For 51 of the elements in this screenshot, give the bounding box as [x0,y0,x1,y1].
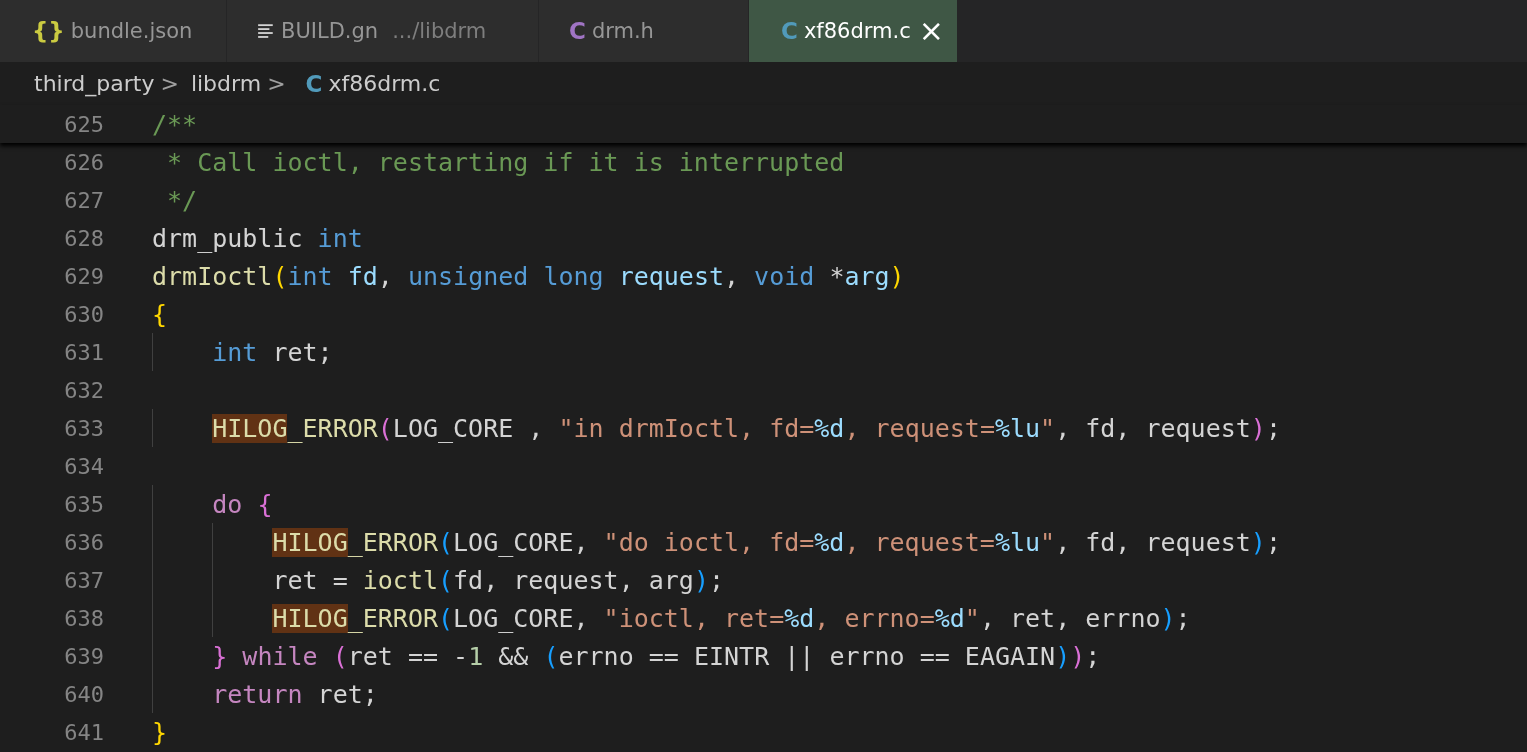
editor-tab[interactable]: BUILD.gn .../libdrm [227,0,539,62]
code-line: * Call ioctl, restarting if it is interrupted [166,147,845,177]
code-line: } while (ret == -1 && (errno == EINTR || errno == EAGAIN)); [211,641,1101,671]
code-line: drmIoctl(int fd, unsigned long request, void *arg) [152,261,905,291]
code-line: } [152,717,168,747]
line-number: 633 [63,415,104,441]
file-type-icon: C [569,18,586,44]
code-line: HILOG_ERROR(LOG_CORE, "do ioctl, fd=%d, request=%lu", fd, request); [271,527,1281,557]
line-number: 641 [63,719,104,745]
code-line: return ret; [211,679,378,709]
file-type-icon: C [781,18,798,44]
close-button[interactable]: × [916,16,946,46]
line-number: 639 [63,643,104,669]
line-number: 625 [63,111,104,137]
editor-tab[interactable]: C xf86drm.c × [749,0,958,62]
line-number: 636 [63,529,104,555]
editor-tab[interactable]: {} bundle.json [0,0,227,62]
code-line: /** [152,109,198,139]
tab-path: .../libdrm [392,19,487,43]
line-number: 628 [63,225,104,251]
line-number: 627 [63,187,104,213]
line-number: 631 [63,339,104,365]
breadcrumb-separator: > [267,71,286,96]
code-line: */ [166,185,198,215]
line-number: 634 [63,453,104,479]
file-type-icon: {} [32,18,65,44]
line-number: 637 [63,567,104,593]
tab-label: xf86drm.c [803,19,911,43]
line-number: 638 [63,605,104,631]
line-number: 629 [63,263,104,289]
breadcrumb-item[interactable]: libdrm [190,71,262,96]
code-line: do { [211,489,273,519]
tab-label: drm.h [591,19,654,43]
line-number: 632 [63,377,104,403]
line-number: 630 [63,301,104,327]
code-line: drm_public int [152,223,363,253]
line-number: 635 [63,491,104,517]
editor-tab[interactable]: C drm.h [539,0,749,62]
code-line: { [152,299,168,329]
tab-label: BUILD.gn [281,19,379,43]
breadcrumb-item[interactable]: xf86drm.c [328,71,441,96]
breadcrumb-separator: > [160,71,179,96]
code-line: ret = ioctl(fd, request, arg); [271,565,724,595]
breadcrumb-item[interactable]: third_party [34,71,155,96]
line-number: 626 [63,149,104,175]
file-type-icon: C [305,70,323,97]
code-line: HILOG_ERROR(LOG_CORE , "in drmIoctl, fd=%d, request=%lu", fd, request); [211,413,1281,443]
code-line: int ret; [211,337,333,367]
line-number: 640 [63,681,104,707]
code-line: HILOG_ERROR(LOG_CORE, "ioctl, ret=%d, errno=%d", ret, errno); [271,603,1191,633]
tab-label: bundle.json [70,19,193,43]
